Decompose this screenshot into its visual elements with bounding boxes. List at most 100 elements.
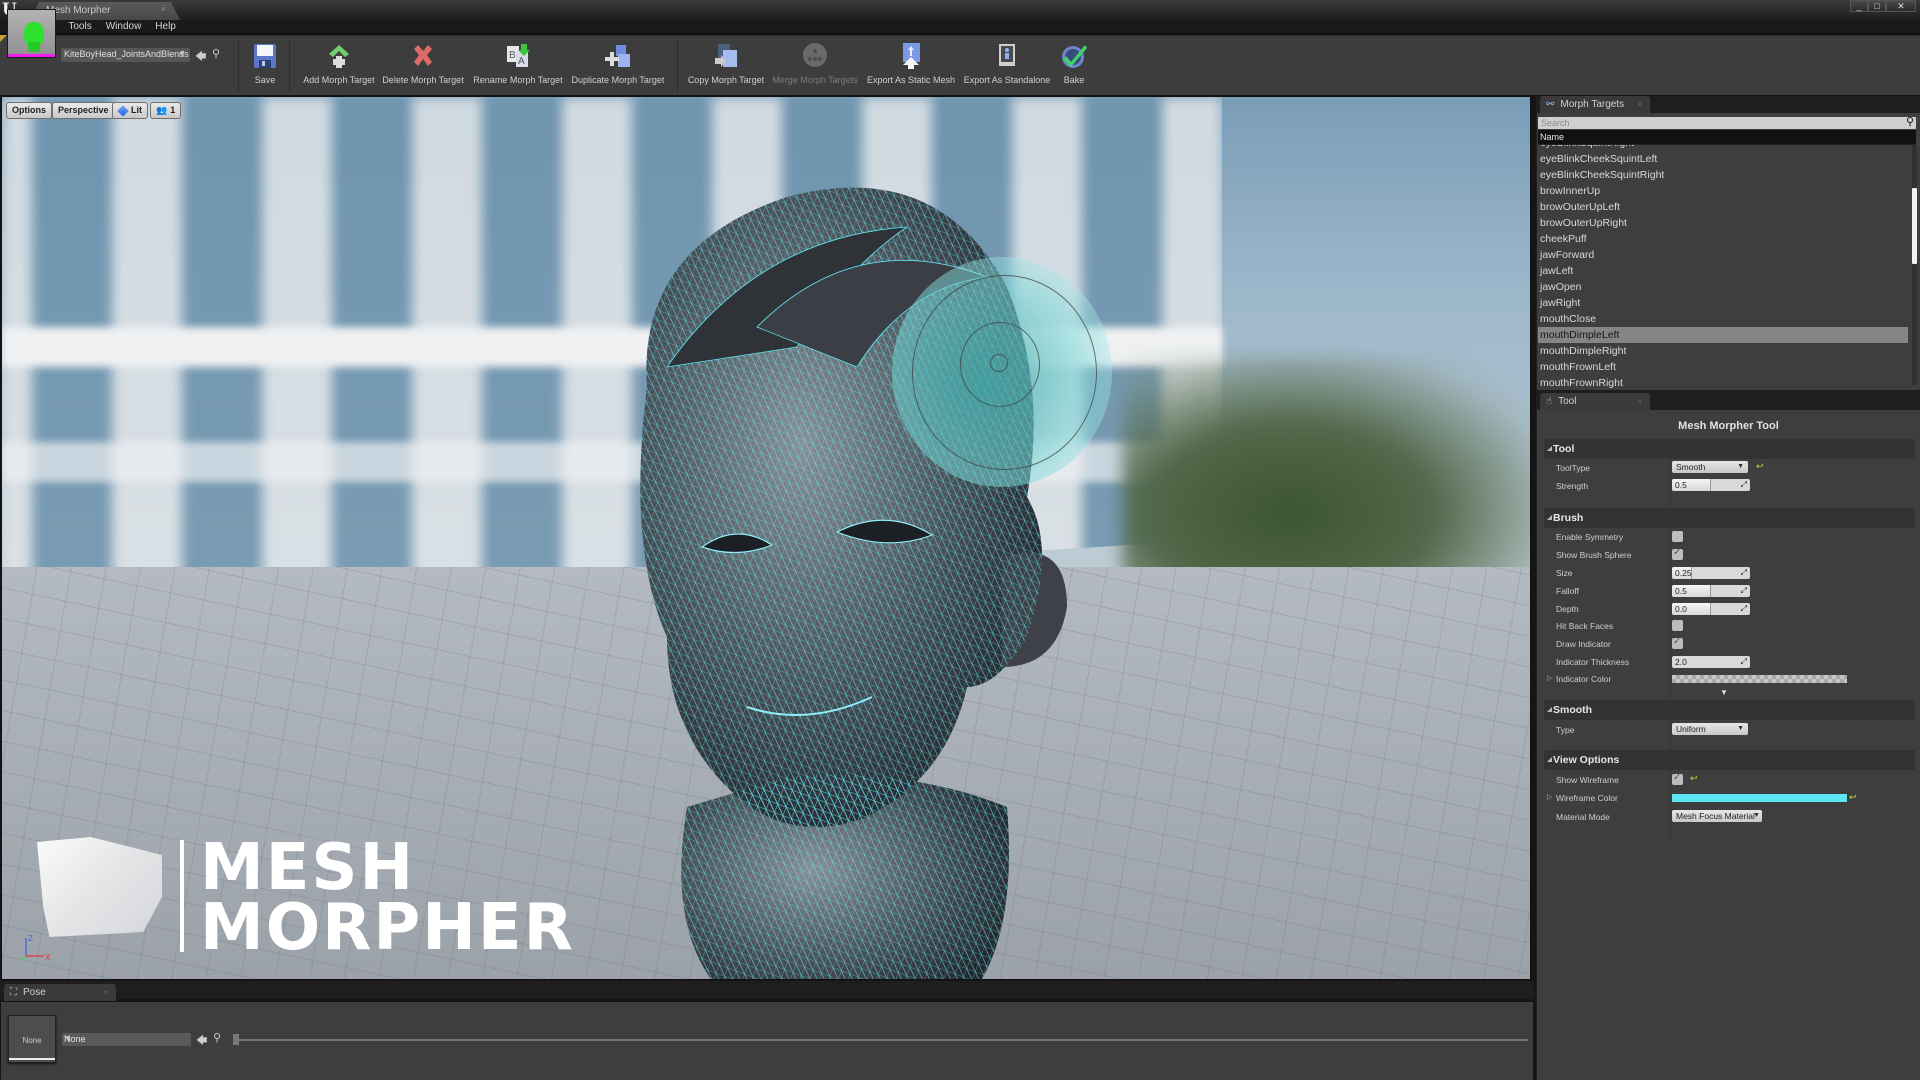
save-button[interactable]: Save: [251, 42, 279, 90]
lit-mode-button[interactable]: Lit: [112, 102, 148, 119]
morph-target-item[interactable]: browInnerUp: [1538, 183, 1908, 199]
tool-type-value: Smooth: [1676, 462, 1706, 472]
draw-indicator-checkbox[interactable]: [1672, 636, 1683, 649]
menu-tools[interactable]: Tools: [61, 21, 98, 32]
category-brush[interactable]: Brush: [1544, 508, 1915, 528]
minimize-button[interactable]: _: [1850, 0, 1868, 12]
copy-morph-target-button[interactable]: Copy Morph Target: [687, 42, 765, 90]
asset-thumbnail[interactable]: [7, 9, 56, 58]
close-tab-icon[interactable]: ×: [161, 4, 166, 14]
rename-morph-target-button[interactable]: BA Rename Morph Target: [473, 42, 563, 90]
size-spinbox[interactable]: 0.25 ⤢: [1672, 567, 1750, 579]
wireframe-color-swatch[interactable]: [1672, 794, 1847, 802]
window-controls: _ □ ✕: [1850, 0, 1916, 12]
hit-back-faces-checkbox[interactable]: [1672, 620, 1683, 631]
prop-label: Material Mode: [1556, 812, 1610, 822]
menu-help[interactable]: Help: [148, 21, 183, 32]
pose-weight-slider[interactable]: [233, 1034, 1528, 1045]
morph-targets-tab[interactable]: ⚯ Morph Targets ×: [1540, 96, 1650, 113]
show-wireframe-checkbox[interactable]: [1672, 772, 1683, 785]
chevron-down-icon: ▼: [178, 49, 186, 58]
slider-handle[interactable]: [233, 1034, 239, 1045]
strength-spinbox[interactable]: 0.5 ⤢: [1672, 479, 1750, 491]
prop-label: Show Brush Sphere: [1556, 550, 1632, 560]
close-tab-icon[interactable]: ×: [103, 988, 108, 997]
close-window-button[interactable]: ✕: [1886, 0, 1916, 12]
close-tab-icon[interactable]: ×: [1637, 397, 1642, 406]
export-as-standalone-button[interactable]: Export As Standalone: [963, 42, 1051, 90]
morph-target-item[interactable]: mouthDimpleLeft: [1538, 327, 1908, 343]
chevron-down-icon: ▼: [1737, 725, 1744, 732]
browse-search-icon[interactable]: ⚲: [213, 1031, 221, 1044]
delete-icon: [409, 42, 437, 70]
maximize-button[interactable]: □: [1868, 0, 1886, 12]
asset-picker-combo[interactable]: KiteBoyHead_JointsAndBlends ▼: [61, 48, 190, 62]
bake-button[interactable]: Bake: [1060, 42, 1088, 90]
browse-search-icon[interactable]: ⚲: [212, 47, 220, 60]
tool-tab[interactable]: ☝ Tool ×: [1540, 393, 1650, 410]
morph-list-scrollbar[interactable]: [1912, 145, 1917, 385]
category-smooth[interactable]: Smooth: [1544, 700, 1915, 720]
smooth-type-dropdown[interactable]: Uniform ▼: [1672, 723, 1748, 735]
drag-arrows-icon: ⤢: [1740, 604, 1747, 613]
reset-to-default-icon[interactable]: ↩: [1756, 461, 1764, 472]
pose-asset-combo[interactable]: None ▼: [62, 1033, 191, 1046]
morph-search-input[interactable]: [1538, 117, 1888, 129]
scrollbar-thumb[interactable]: [1912, 188, 1917, 264]
svg-text:A: A: [518, 56, 525, 67]
close-tab-icon[interactable]: ×: [1637, 100, 1642, 109]
category-tool[interactable]: Tool: [1544, 439, 1915, 459]
perspective-button[interactable]: Perspective: [52, 102, 115, 119]
morph-target-item[interactable]: browOuterUpLeft: [1538, 199, 1908, 215]
morph-target-item[interactable]: mouthFrownLeft: [1538, 359, 1908, 375]
collapsed-triangle-icon[interactable]: ▷: [1547, 674, 1552, 682]
indicator-thickness-spinbox[interactable]: 2.0 ⤢: [1672, 656, 1750, 668]
show-brush-sphere-checkbox[interactable]: [1672, 547, 1683, 560]
delete-morph-target-button[interactable]: Delete Morph Target: [382, 42, 464, 90]
morph-target-item[interactable]: eyeBlinkCheekSquintRight: [1538, 167, 1908, 183]
export-as-static-mesh-button[interactable]: Export As Static Mesh: [866, 42, 956, 90]
column-splitter[interactable]: [1670, 439, 1671, 839]
tool-type-dropdown[interactable]: Smooth ▼: [1672, 461, 1748, 473]
add-morph-target-button[interactable]: Add Morph Target: [300, 42, 378, 90]
morph-target-item[interactable]: jawRight: [1538, 295, 1908, 311]
indicator-color-swatch[interactable]: [1672, 675, 1847, 683]
morph-target-item[interactable]: mouthClose: [1538, 311, 1908, 327]
morph-list-header[interactable]: Name: [1538, 130, 1916, 145]
viewport-options-button[interactable]: Options: [6, 102, 52, 119]
expanded-triangle-icon: [1547, 446, 1552, 451]
3d-viewport[interactable]: Options Perspective Lit 👥 1 MESH MORPHER…: [1, 96, 1531, 980]
show-flags-button[interactable]: 👥 1: [150, 102, 182, 119]
use-selected-arrow-icon[interactable]: 🡄: [196, 1032, 207, 1051]
reset-to-default-icon[interactable]: ↩: [1849, 792, 1857, 803]
merge-morph-targets-button[interactable]: Merge Morph Targets: [771, 42, 859, 90]
category-view-options[interactable]: View Options: [1544, 750, 1915, 770]
rename-icon: BA: [504, 42, 532, 70]
morph-target-item[interactable]: jawOpen: [1538, 279, 1908, 295]
falloff-spinbox[interactable]: 0.5 ⤢: [1672, 585, 1750, 597]
use-selected-arrow-icon[interactable]: 🡄: [195, 48, 206, 67]
morph-target-item[interactable]: jawForward: [1538, 247, 1908, 263]
advanced-expand-icon[interactable]: ▼: [1720, 688, 1728, 697]
morph-target-item[interactable]: jawLeft: [1538, 263, 1908, 279]
show-count: 1: [170, 105, 176, 115]
depth-spinbox[interactable]: 0.0 ⤢: [1672, 603, 1750, 615]
pose-tab[interactable]: ⛶ Pose ×: [4, 984, 116, 1001]
enable-symmetry-checkbox[interactable]: [1672, 531, 1683, 542]
menu-window[interactable]: Window: [99, 21, 149, 32]
search-icon[interactable]: ⚲: [1906, 115, 1914, 128]
morph-target-item[interactable]: mouthFrownRight: [1538, 375, 1908, 388]
drag-arrows-icon: ⤢: [1740, 480, 1747, 489]
duplicate-morph-target-button[interactable]: Duplicate Morph Target: [570, 42, 666, 90]
morph-target-item[interactable]: mouthDimpleRight: [1538, 343, 1908, 359]
pose-thumbnail[interactable]: None: [8, 1015, 56, 1063]
merge-morph-label: Merge Morph Targets: [772, 75, 858, 85]
morph-target-item[interactable]: browOuterUpRight: [1538, 215, 1908, 231]
reset-to-default-icon[interactable]: ↩: [1690, 773, 1698, 784]
collapsed-triangle-icon[interactable]: ▷: [1547, 793, 1552, 801]
morph-target-item[interactable]: cheekPuff: [1538, 231, 1908, 247]
morph-target-item[interactable]: eyeBlinkCheekSquintLeft: [1538, 151, 1908, 167]
tool-details-panel: Mesh Morpher Tool Tool ToolType Smooth ▼…: [1537, 410, 1920, 1080]
material-mode-value: Mesh Focus Material: [1676, 811, 1755, 821]
material-mode-dropdown[interactable]: Mesh Focus Material ▼: [1672, 810, 1762, 822]
